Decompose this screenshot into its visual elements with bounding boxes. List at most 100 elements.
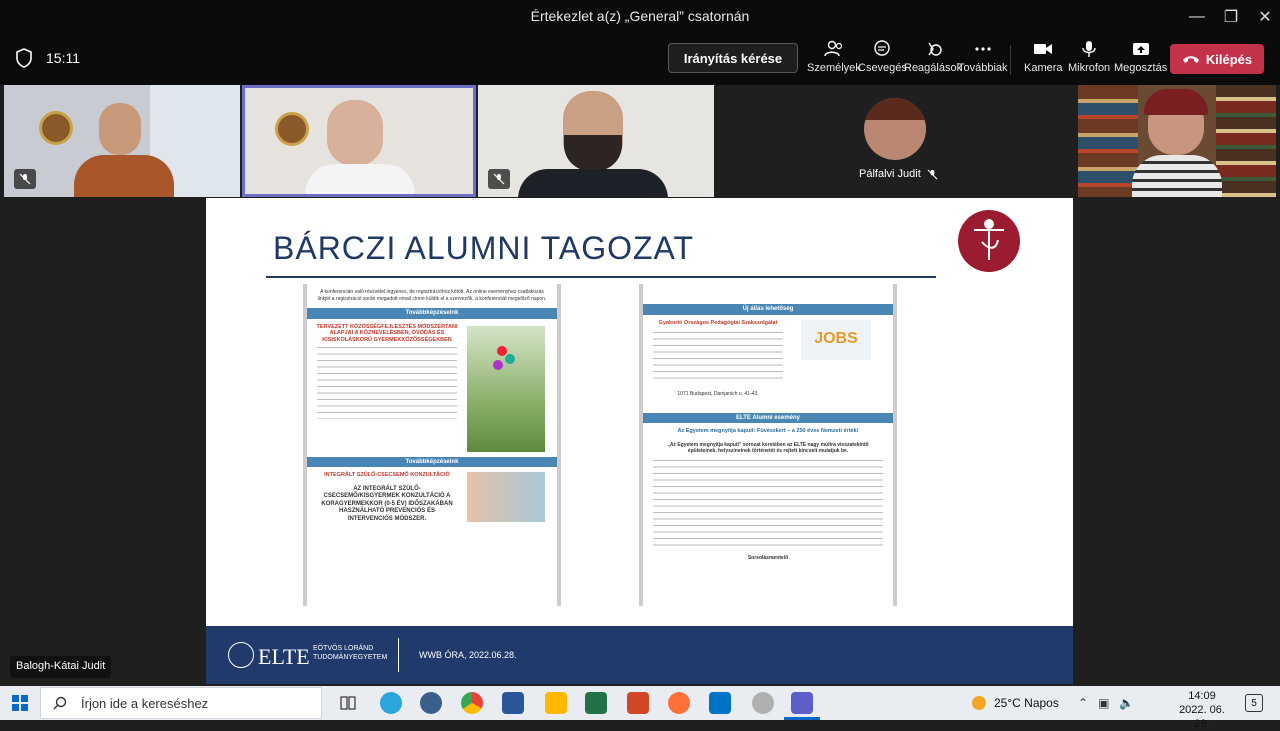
system-tray-icons[interactable]: ⌃ ▣ 🔈 bbox=[1078, 686, 1134, 720]
section-header: Továbbképzéseink bbox=[307, 308, 557, 319]
app-icon[interactable] bbox=[420, 692, 442, 714]
slide-date: WWB ÓRA, 2022.06.28. bbox=[419, 650, 517, 660]
title-bar: Értekezlet a(z) „General” csatornán — ❐ … bbox=[0, 0, 1280, 33]
sun-icon bbox=[972, 696, 986, 710]
university-line-2: TUDOMÁNYEGYETEM bbox=[313, 654, 388, 661]
participant-face bbox=[327, 100, 383, 166]
participant-video-2-active-speaker[interactable] bbox=[242, 85, 476, 197]
body-text-lines bbox=[317, 347, 457, 419]
camera-icon bbox=[1034, 44, 1053, 54]
university-name: EÖTVÖS LORÁND TUDOMÁNYEGYETEM bbox=[313, 644, 387, 662]
powerpoint-icon[interactable] bbox=[627, 692, 649, 714]
camera-label: Kamera bbox=[1024, 62, 1063, 74]
taskbar-search[interactable]: Írjon ide a kereséshez bbox=[40, 687, 322, 719]
barczi-logo-icon bbox=[958, 210, 1020, 272]
toolbar-divider bbox=[1010, 45, 1011, 75]
mic-button[interactable]: Mikrofon bbox=[1068, 40, 1110, 74]
participant-hair bbox=[1144, 89, 1208, 115]
slide-footer: ELTE EÖTVÖS LORÁND TUDOMÁNYEGYETEM WWB Ó… bbox=[206, 626, 1073, 684]
children-balloons-photo bbox=[467, 325, 545, 452]
taskbar-clock[interactable]: 14:09 2022. 06. 29. bbox=[1170, 689, 1234, 731]
more-icon bbox=[975, 47, 991, 51]
share-button[interactable]: Megosztás bbox=[1114, 40, 1167, 74]
snipping-tool-icon[interactable] bbox=[752, 692, 774, 714]
muted-mic-icon bbox=[488, 169, 510, 189]
participant-name: Pálfalvi Judit bbox=[859, 168, 921, 180]
section-header: Új állás lehetőség bbox=[643, 304, 893, 315]
section-body: „Az Egyetem megnyitja kapuit” sorozat ke… bbox=[667, 441, 869, 455]
word-icon[interactable] bbox=[502, 692, 524, 714]
firefox-icon[interactable] bbox=[668, 692, 690, 714]
participant-body bbox=[74, 155, 174, 197]
more-button[interactable]: Továbbiak bbox=[958, 40, 1008, 74]
section-body: AZ INTEGRÁLT SZÜLŐ-CSECSEMŐ/KISGYERMEK K… bbox=[321, 485, 453, 522]
participant-video-3[interactable] bbox=[478, 85, 714, 197]
request-control-button[interactable]: Irányítás kérése bbox=[668, 43, 798, 73]
clock-date: 2022. 06. 29. bbox=[1179, 704, 1225, 730]
section-title: Az Egyetem megnyitja kapuit: Füvészkert … bbox=[677, 428, 859, 434]
reactions-icon bbox=[928, 42, 942, 56]
chevron-up-icon[interactable]: ⌃ bbox=[1078, 696, 1088, 710]
university-line-1: EÖTVÖS LORÁND bbox=[313, 645, 374, 652]
mic-label: Mikrofon bbox=[1068, 62, 1111, 74]
search-icon bbox=[53, 696, 67, 710]
chat-icon bbox=[874, 40, 891, 56]
reactions-button[interactable]: Reagálások bbox=[904, 40, 962, 74]
muted-mic-icon bbox=[14, 169, 36, 189]
windows-start-icon[interactable] bbox=[12, 695, 28, 716]
window-title: Értekezlet a(z) „General” csatornán bbox=[530, 8, 750, 24]
phone-hangup-icon bbox=[1182, 56, 1199, 63]
notification-center-icon[interactable]: 5 bbox=[1245, 694, 1263, 712]
participant-video-5[interactable] bbox=[1078, 85, 1276, 197]
section-header: ELTE Alumni esemény bbox=[643, 412, 893, 423]
outlook-icon[interactable] bbox=[709, 692, 731, 714]
people-label: Személyek bbox=[807, 62, 861, 74]
body-text-lines bbox=[653, 332, 783, 384]
shield-icon bbox=[15, 48, 33, 73]
emblem-icon bbox=[275, 112, 309, 146]
search-placeholder: Írjon ide a kereséshez bbox=[81, 695, 209, 711]
bookshelf bbox=[1216, 85, 1276, 197]
speaker-icon[interactable]: 🔈 bbox=[1119, 696, 1134, 710]
edge-icon[interactable] bbox=[380, 692, 402, 714]
meeting-timer: 15:11 bbox=[46, 50, 80, 66]
chat-button[interactable]: Csevegés bbox=[858, 40, 907, 74]
footer-divider bbox=[398, 638, 399, 672]
muted-mic-icon bbox=[927, 169, 938, 179]
teams-icon[interactable] bbox=[791, 692, 813, 714]
weather-text: 25°C Napos bbox=[994, 696, 1059, 710]
address-text: 1071 Budapest, Damjanich u. 41-43. bbox=[677, 391, 759, 397]
people-icon bbox=[824, 40, 842, 57]
section-title: Gyakorló Országos Pedagógiai Szakszolgál… bbox=[658, 319, 778, 326]
participant-beard bbox=[564, 135, 622, 171]
clock-time: 14:09 bbox=[1188, 690, 1216, 702]
task-view-icon[interactable] bbox=[340, 695, 356, 716]
title-underline bbox=[266, 276, 936, 278]
jobs-image: JOBS bbox=[801, 319, 871, 360]
elte-logo-text: ELTE bbox=[258, 644, 310, 669]
presenter-name-badge: Balogh-Kátai Judit bbox=[10, 656, 112, 678]
taskbar: Írjon ide a kereséshez 25°C Napos ⌃ ▣ 🔈 … bbox=[0, 686, 1280, 730]
participant-body bbox=[305, 164, 415, 194]
close-button[interactable]: ✕ bbox=[1242, 0, 1280, 33]
people-button[interactable]: Személyek bbox=[807, 40, 861, 74]
section-title: INTEGRÁLT SZÜLŐ-CSECSEMŐ KONZULTÁCIÓ bbox=[324, 472, 450, 478]
avatar bbox=[864, 98, 926, 160]
participant-face bbox=[99, 103, 141, 155]
share-label: Megosztás bbox=[1114, 62, 1168, 74]
participant-video-1[interactable] bbox=[4, 85, 240, 197]
reactions-label: Reagálások bbox=[904, 62, 963, 74]
camera-button[interactable]: Kamera bbox=[1024, 40, 1063, 74]
chrome-icon[interactable] bbox=[461, 692, 483, 714]
leave-button[interactable]: Kilépés bbox=[1170, 44, 1264, 74]
weather-widget[interactable]: 25°C Napos bbox=[972, 686, 1059, 720]
file-explorer-icon[interactable] bbox=[545, 692, 567, 714]
chat-label: Csevegés bbox=[858, 62, 907, 74]
meeting-toolbar: 15:11 Irányítás kérése Személyek Csevegé… bbox=[0, 33, 1280, 85]
excel-icon[interactable] bbox=[585, 692, 607, 714]
section-header: Továbbképzéseink bbox=[307, 456, 557, 467]
slide-title: BÁRCZI ALUMNI TAGOZAT bbox=[273, 230, 695, 266]
network-icon[interactable]: ▣ bbox=[1098, 696, 1109, 710]
participant-body bbox=[1132, 155, 1222, 197]
participant-audio-tile[interactable]: Pálfalvi Judit bbox=[716, 85, 1076, 197]
